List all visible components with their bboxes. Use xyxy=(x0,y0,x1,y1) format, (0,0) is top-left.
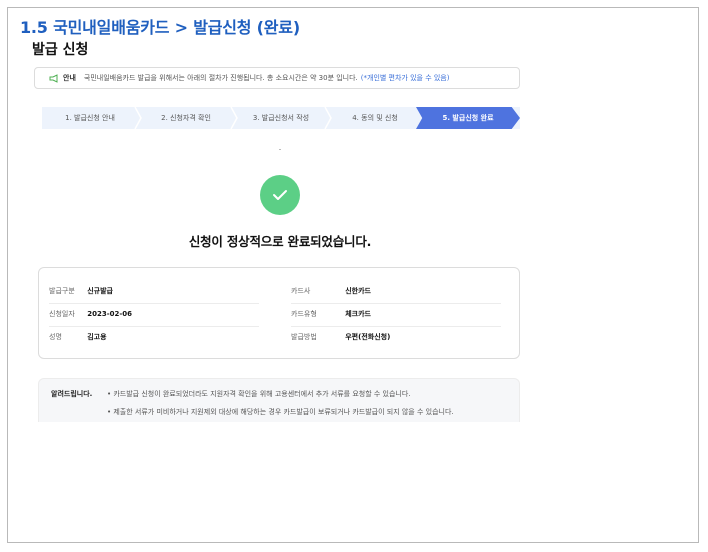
page-subtitle: 발급 신청 xyxy=(32,39,88,59)
detail-card-type: 카드유형 체크카드 xyxy=(291,303,371,325)
content-frame: 1.5 국민내일배움카드 > 발급신청 (완료) 발급 신청 안내 국민내일배움… xyxy=(7,7,699,543)
progress-steps: 1. 발급신청 안내 2. 신청자격 확인 3. 발급신청서 작성 4. 동의 … xyxy=(42,107,520,129)
detail-name: 성명 김고용 xyxy=(49,326,107,348)
detail-label: 신청일자 xyxy=(49,303,85,325)
step-1: 1. 발급신청 안내 xyxy=(42,107,138,129)
notes-box: 알려드립니다. • 카드발급 신청이 완료되었더라도 지원자격 확인을 위해 고… xyxy=(38,378,520,422)
completion-message: 신청이 정상적으로 완료되었습니다. xyxy=(8,231,552,250)
notice-bar: 안내 국민내일배움카드 발급을 위해서는 아래의 절차가 진행됩니다. 총 소요… xyxy=(34,67,520,89)
application-details: 발급구분 신규발급 카드사 신한카드 신청일자 2023-02-06 카드유형 … xyxy=(38,267,520,359)
check-circle-icon xyxy=(260,175,300,215)
detail-value: 신한카드 xyxy=(345,280,371,302)
step-5-active: 5. 발급신청 완료 xyxy=(416,107,520,129)
notice-highlight: (*개인별 편차가 있을 수 있음) xyxy=(361,73,450,83)
detail-label: 카드사 xyxy=(291,280,343,302)
detail-value: 김고용 xyxy=(87,326,106,348)
notes-item: • 카드발급 신청이 완료되었더라도 지원자격 확인을 위해 고용센터에서 추가… xyxy=(107,389,411,399)
notice-text: 국민내일배움카드 발급을 위해서는 아래의 절차가 진행됩니다. 총 소요시간은… xyxy=(84,73,358,83)
detail-issue-type: 발급구분 신규발급 xyxy=(49,280,113,302)
detail-label: 발급구분 xyxy=(49,280,85,302)
detail-value: 체크카드 xyxy=(345,303,371,325)
step-4: 4. 동의 및 신청 xyxy=(328,107,422,129)
separator-dot xyxy=(279,149,281,150)
detail-card-company: 카드사 신한카드 xyxy=(291,280,371,302)
notes-item: • 제출한 서류가 미비하거나 지원제외 대상에 해당하는 경우 카드발급이 보… xyxy=(107,407,454,417)
notice-tag: 안내 xyxy=(63,73,76,83)
detail-label: 성명 xyxy=(49,326,85,348)
detail-value: 2023-02-06 xyxy=(87,303,132,325)
detail-value: 신규발급 xyxy=(87,280,113,302)
detail-label: 발급방법 xyxy=(291,326,343,348)
page-heading: 1.5 국민내일배움카드 > 발급신청 (완료) xyxy=(20,14,300,38)
detail-apply-date: 신청일자 2023-02-06 xyxy=(49,303,132,325)
step-3: 3. 발급신청서 작성 xyxy=(234,107,328,129)
detail-value: 우편(전화신청) xyxy=(345,326,390,348)
notes-title: 알려드립니다. xyxy=(51,389,92,399)
step-2: 2. 신청자격 확인 xyxy=(138,107,234,129)
megaphone-icon xyxy=(49,74,59,83)
detail-issue-method: 발급방법 우편(전화신청) xyxy=(291,326,390,348)
detail-label: 카드유형 xyxy=(291,303,343,325)
